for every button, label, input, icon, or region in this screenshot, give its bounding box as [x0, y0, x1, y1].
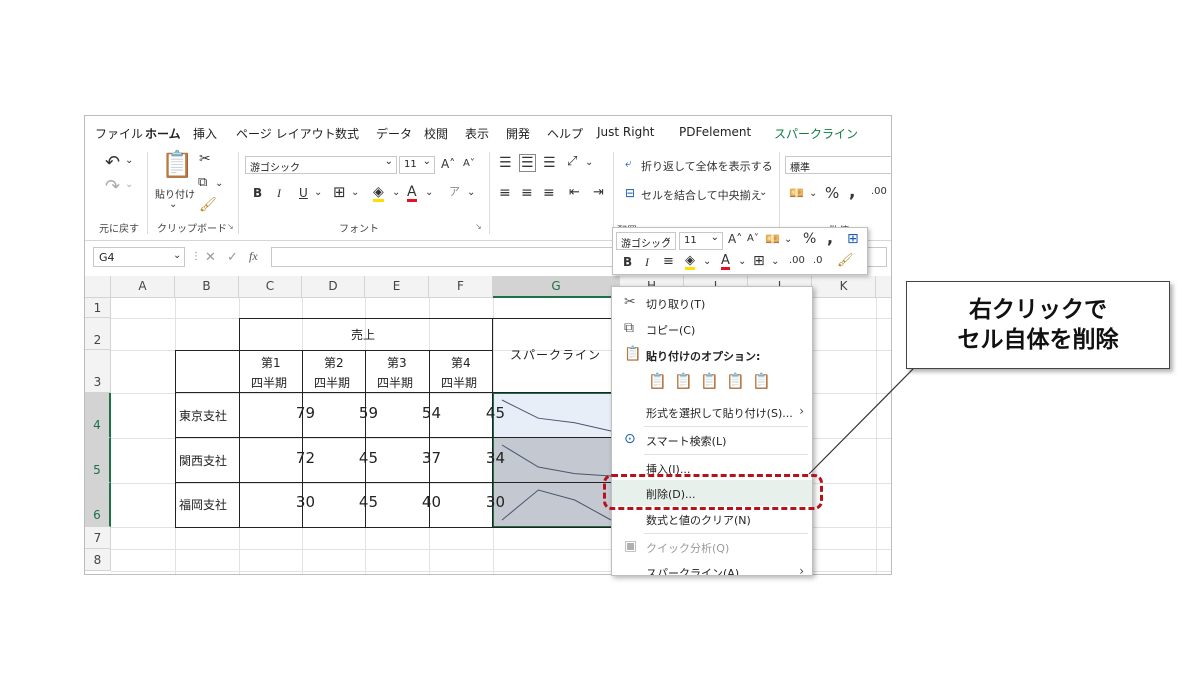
callout-line-1: 右クリックで [969, 296, 1107, 322]
annotation-callout: 右クリックで セル自体を削除 [906, 281, 1170, 369]
callout-pointer-line [808, 368, 914, 475]
callout-line-2: セル自体を削除 [957, 326, 1119, 352]
